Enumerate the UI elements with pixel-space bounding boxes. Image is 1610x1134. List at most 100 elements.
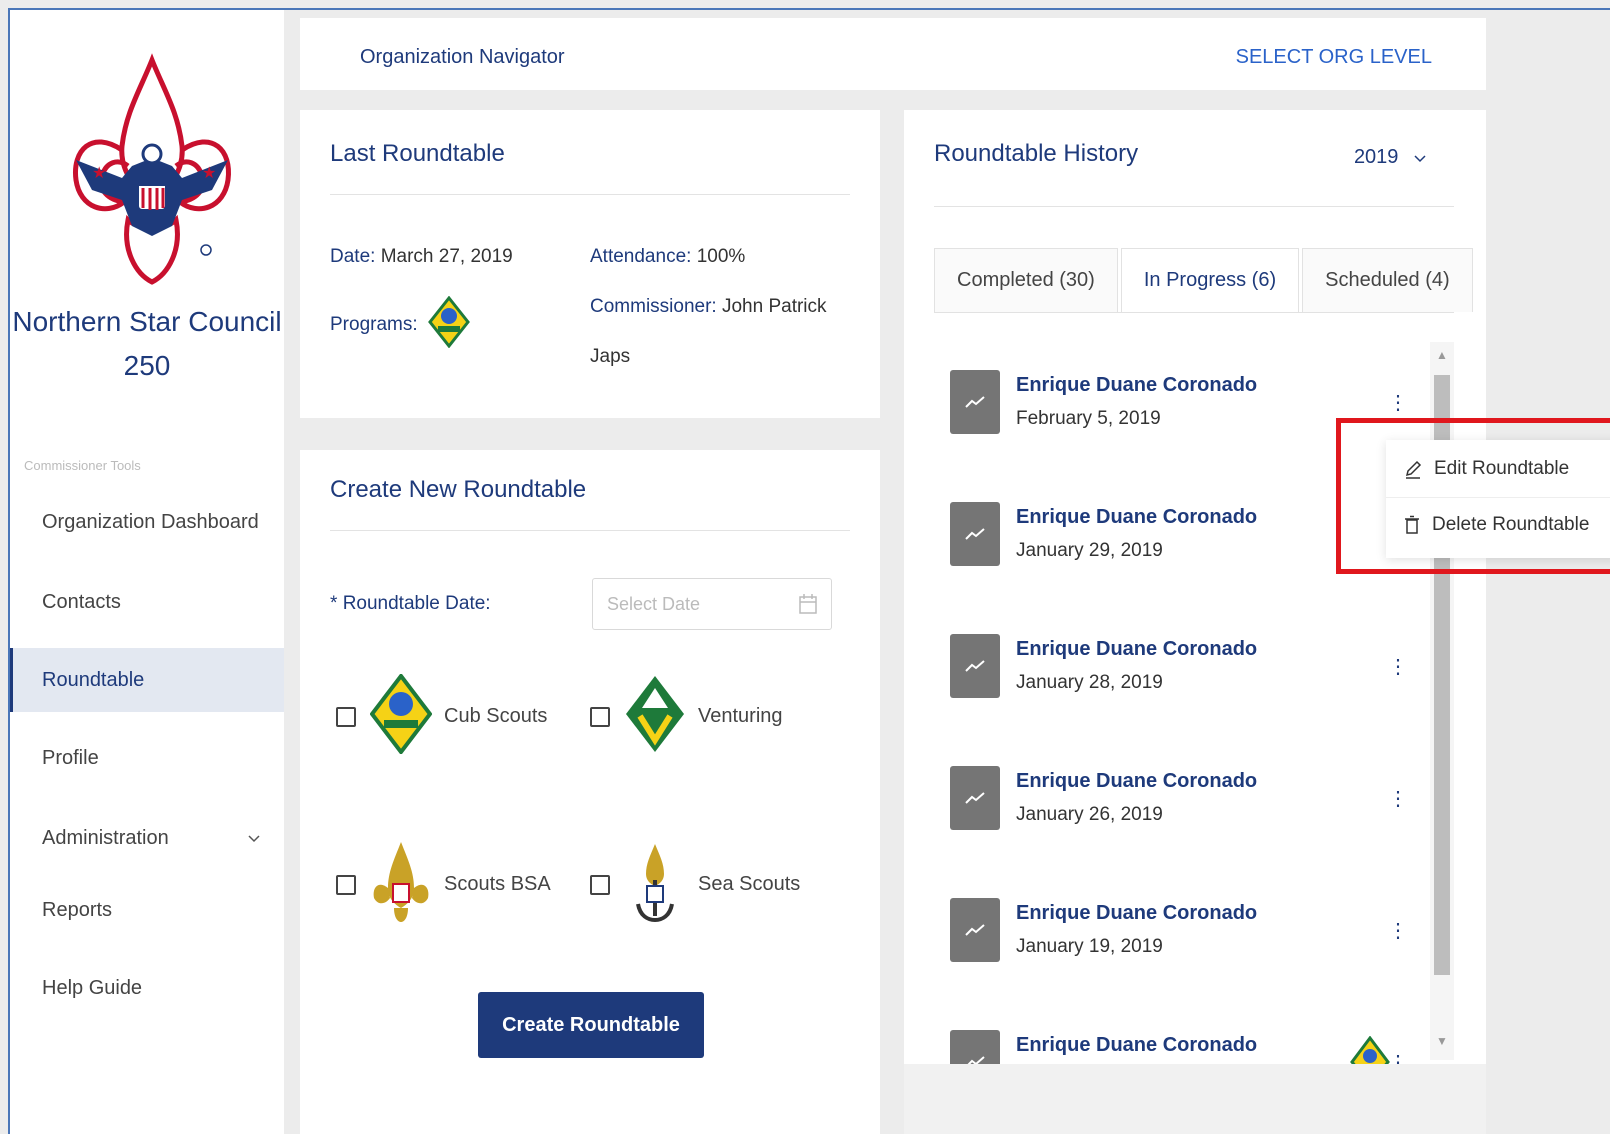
cub-scouts-checkbox[interactable]: [336, 706, 356, 727]
date-label: Date:: [330, 246, 376, 267]
roundtable-name-link[interactable]: Enrique Duane Coronado: [1016, 374, 1257, 397]
list-item: Enrique Duane Coronado January 28, 2019 …: [950, 634, 1420, 714]
year-value: 2019: [1353, 146, 1399, 168]
trend-chart-icon: [950, 1030, 1000, 1064]
trend-chart-icon: [950, 634, 1000, 698]
scouts-bsa-checkbox[interactable]: [336, 874, 356, 895]
more-options-icon[interactable]: ⋮: [1386, 652, 1410, 682]
tab-scheduled[interactable]: Scheduled (4): [1302, 248, 1473, 312]
divider: [330, 530, 850, 531]
svg-text:★: ★: [92, 165, 106, 182]
roundtable-name-link[interactable]: Enrique Duane Coronado: [1016, 770, 1257, 793]
year-select[interactable]: 2019: [1354, 146, 1426, 169]
history-tabs: Completed (30) In Progress (6) Scheduled…: [934, 248, 1476, 312]
trend-chart-icon: [950, 898, 1000, 962]
sidebar-item-reports[interactable]: Reports: [10, 878, 284, 942]
tab-underline: [934, 312, 1454, 313]
sidebar-item-label: Reports: [42, 898, 113, 921]
more-options-icon[interactable]: ⋮: [1386, 388, 1410, 418]
cub-scouts-icon: [369, 672, 433, 759]
roundtable-date: January 29, 2019: [1016, 540, 1163, 561]
sea-scouts-icon: [624, 840, 686, 929]
divider: [330, 194, 850, 195]
scouts-bsa-icon: [370, 840, 432, 929]
roundtable-name-link[interactable]: Enrique Duane Coronado: [1016, 506, 1257, 529]
roundtable-date-input[interactable]: Select Date: [592, 578, 832, 630]
calendar-icon[interactable]: [799, 593, 817, 615]
roundtable-date: January 26, 2019: [1016, 804, 1163, 825]
program-option-cub-scouts: Cub Scouts: [336, 672, 548, 759]
roundtable-history-title: Roundtable History: [934, 140, 1139, 167]
roundtable-date: January 19, 2019: [1016, 936, 1163, 957]
select-org-level-link[interactable]: SELECT ORG LEVEL: [1236, 46, 1432, 69]
list-item: Enrique Duane Coronado ⋮: [950, 1030, 1420, 1064]
last-roundtable-card: Last Roundtable Date: March 27, 2019 Att…: [300, 110, 880, 418]
commissioner-label: Commissioner:: [590, 296, 717, 317]
page-title: Organization Navigator: [360, 46, 565, 68]
sea-scouts-checkbox[interactable]: [590, 874, 610, 895]
more-options-icon[interactable]: ⋮: [1386, 1048, 1410, 1064]
last-roundtable-programs: Programs:: [330, 295, 470, 354]
svg-text:★: ★: [202, 165, 216, 182]
sidebar-item-label: Organization Dashboard: [42, 510, 259, 533]
trend-chart-icon: [950, 766, 1000, 830]
sidebar-item-contacts[interactable]: Contacts: [10, 570, 284, 634]
sidebar-item-administration[interactable]: Administration: [10, 806, 284, 870]
bsa-logo-icon: ★ ★: [62, 50, 242, 290]
trend-chart-icon: [950, 502, 1000, 566]
sidebar-item-help-guide[interactable]: Help Guide: [10, 956, 284, 1020]
sidebar-item-label: Administration: [42, 826, 169, 849]
last-roundtable-commissioner: Commissioner: John Patrick: [590, 296, 827, 318]
sidebar-item-roundtable[interactable]: Roundtable: [10, 648, 284, 712]
roundtable-name-link[interactable]: Enrique Duane Coronado: [1016, 902, 1257, 925]
tab-completed[interactable]: Completed (30): [934, 248, 1118, 312]
commissioner-value: John Patrick: [721, 296, 827, 317]
section-label: Commissioner Tools: [24, 458, 141, 473]
sidebar: ★ ★ Northern Star Council 250 Commission…: [10, 10, 284, 1134]
council-name-line2: 250: [123, 350, 171, 381]
sidebar-item-label: Help Guide: [42, 976, 143, 999]
programs-label: Programs:: [330, 314, 418, 335]
last-roundtable-date: Date: March 27, 2019: [330, 246, 513, 268]
roundtable-history-card: Roundtable History 2019 Completed (30) I…: [904, 110, 1486, 1064]
roundtable-date-label-text: Roundtable Date: [342, 593, 486, 614]
date-value: March 27, 2019: [380, 246, 513, 267]
program-option-sea-scouts: Sea Scouts: [590, 840, 800, 929]
trend-chart-icon: [950, 370, 1000, 434]
roundtable-date: February 5, 2019: [1016, 408, 1161, 429]
roundtable-name-link[interactable]: Enrique Duane Coronado: [1016, 1034, 1257, 1057]
program-option-venturing: Venturing: [590, 674, 783, 759]
annotation-highlight-box: [1336, 418, 1610, 574]
date-placeholder: Select Date: [607, 593, 701, 614]
more-options-icon[interactable]: ⋮: [1386, 784, 1410, 814]
chevron-down-icon: [248, 830, 260, 846]
list-item: Enrique Duane Coronado January 19, 2019 …: [950, 898, 1420, 978]
create-roundtable-button[interactable]: Create Roundtable: [478, 992, 704, 1058]
top-header: Organization Navigator SELECT ORG LEVEL: [300, 18, 1486, 90]
sidebar-item-profile[interactable]: Profile: [10, 726, 284, 790]
venturing-checkbox[interactable]: [590, 706, 610, 727]
history-footer: [904, 1064, 1486, 1134]
commissioner-value-continued: Japs: [590, 346, 631, 367]
roundtable-date-label: * Roundtable Date:: [330, 593, 491, 615]
chevron-down-icon: [1414, 150, 1426, 166]
create-roundtable-title: Create New Roundtable: [330, 476, 587, 503]
sidebar-item-label: Roundtable: [42, 668, 145, 691]
sidebar-item-organization-dashboard[interactable]: Organization Dashboard: [10, 490, 284, 554]
roundtable-date: January 28, 2019: [1016, 672, 1163, 693]
list-item: Enrique Duane Coronado January 26, 2019 …: [950, 766, 1420, 846]
sidebar-item-label: Contacts: [42, 590, 121, 613]
tab-in-progress[interactable]: In Progress (6): [1120, 248, 1300, 312]
attendance-value: 100%: [696, 246, 746, 267]
venturing-icon: [624, 674, 686, 759]
council-name: Northern Star Council 250: [10, 300, 284, 388]
roundtable-name-link[interactable]: Enrique Duane Coronado: [1016, 638, 1257, 661]
program-label: Cub Scouts: [444, 705, 548, 727]
create-roundtable-card: Create New Roundtable * Roundtable Date:…: [300, 450, 880, 1134]
sidebar-item-label: Profile: [42, 746, 99, 769]
cub-scouts-icon: [427, 295, 470, 354]
attendance-label: Attendance:: [590, 246, 692, 267]
app-frame: ★ ★ Northern Star Council 250 Commission…: [8, 8, 1610, 1134]
last-roundtable-attendance: Attendance: 100%: [590, 246, 745, 268]
more-options-icon[interactable]: ⋮: [1386, 916, 1410, 946]
